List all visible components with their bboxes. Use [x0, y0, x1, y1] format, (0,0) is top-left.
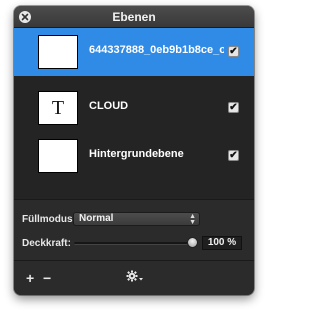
- settings-button[interactable]: [126, 270, 144, 284]
- bottom-toolbar: + −: [14, 260, 254, 295]
- visibility-checkbox[interactable]: ✔: [228, 46, 239, 57]
- opacity-slider-knob[interactable]: [187, 237, 198, 248]
- layer-name: CLOUD: [89, 100, 129, 112]
- layer-row-background[interactable]: Hintergrundebene ✔: [14, 132, 254, 180]
- opacity-value-field[interactable]: 100 %: [202, 236, 242, 250]
- blend-mode-value: Normal: [79, 213, 114, 224]
- blend-mode-label: Füllmodus:: [22, 214, 76, 225]
- remove-layer-button[interactable]: −: [43, 271, 51, 285]
- gear-icon: [126, 270, 143, 282]
- add-layer-button[interactable]: +: [26, 271, 34, 285]
- layer-thumbnail-white: [38, 139, 78, 173]
- layer-thumbnail-photo: [38, 35, 78, 69]
- panel-title: Ebenen: [112, 10, 156, 24]
- updown-arrows-icon: ▲ ▼: [189, 213, 196, 226]
- title-bar[interactable]: Ebenen: [14, 6, 254, 28]
- blend-mode-select[interactable]: Normal ▲ ▼: [73, 212, 200, 226]
- layer-row-cloud[interactable]: T CLOUD ✔: [14, 84, 254, 132]
- layer-name: 644337888_0eb9b1b8ce_o: [89, 44, 224, 56]
- visibility-checkbox[interactable]: ✔: [228, 150, 239, 161]
- divider: [14, 199, 254, 200]
- opacity-label: Deckkraft:: [22, 238, 71, 249]
- text-layer-icon: T: [38, 91, 78, 125]
- opacity-slider-track[interactable]: [74, 242, 196, 245]
- visibility-checkbox[interactable]: ✔: [228, 102, 239, 113]
- layer-name: Hintergrundebene: [89, 148, 184, 160]
- layer-row-photo[interactable]: 644337888_0eb9b1b8ce_o ✔: [14, 28, 254, 76]
- layers-panel: Ebenen 644337888_0eb9b1b8ce_o ✔ T CLOUD …: [14, 6, 254, 295]
- layer-list: 644337888_0eb9b1b8ce_o ✔ T CLOUD ✔ Hinte…: [14, 28, 254, 199]
